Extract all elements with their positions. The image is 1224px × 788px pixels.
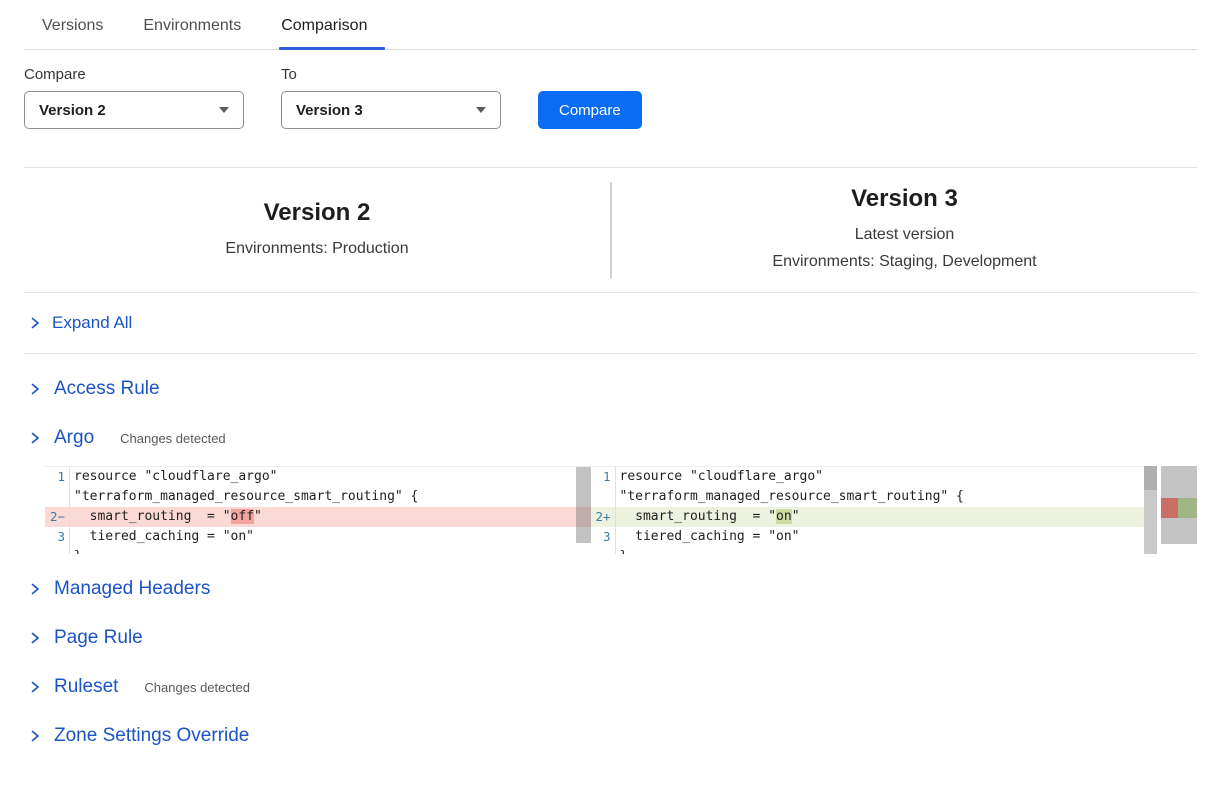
line-number: 2− [45,507,69,527]
line-number: 1 [45,467,69,487]
compare-version-value: Version 2 [39,102,219,119]
version-left-header: Version 2 Environments: Production [24,199,610,262]
version-headers: Version 2 Environments: Production Versi… [24,168,1197,292]
code-text: } [615,547,628,554]
section-zone-settings-override[interactable]: Zone Settings Override [24,725,1197,747]
section-page-rule[interactable]: Page Rule [24,627,1197,649]
version-right-header: Version 3 Latest version Environments: S… [612,185,1197,275]
tab-environments[interactable]: Environments [141,17,243,49]
compare-button[interactable]: Compare [538,91,642,129]
version-right-environments: Environments: Staging, Development [612,248,1197,275]
code-text: resource "cloudflare_argo" [69,467,278,487]
tab-comparison[interactable]: Comparison [279,17,385,49]
section-ruleset[interactable]: Ruleset Changes detected [24,676,1197,698]
compare-controls: Compare Version 2 To Version 3 Compare [24,66,1197,129]
resource-sections: Access Rule Argo Changes detected 1 reso… [24,354,1197,747]
chevron-right-icon [28,431,42,445]
chevron-down-icon [476,107,486,113]
line-number: 1 [591,467,615,487]
right-pane-scrollbar[interactable] [1144,466,1157,554]
left-pane-scrollbar[interactable] [576,467,591,543]
code-line: 3 tiered_caching = "on" [591,527,1145,547]
code-line: 1 resource "cloudflare_argo" [45,467,591,487]
line-number: 3 [45,527,69,547]
code-text: resource "cloudflare_argo" [615,467,824,487]
diff-minimap[interactable] [1161,466,1197,544]
diff-pane-right: 1 resource "cloudflare_argo" "terraform_… [591,466,1145,554]
argo-diff-viewer: 1 resource "cloudflare_argo" "terraform_… [45,466,1197,554]
expand-all-button[interactable]: Expand All [24,293,1197,353]
gutter-divider [615,467,616,554]
line-number [45,487,69,507]
chevron-right-icon [28,680,42,694]
version-right-title: Version 3 [612,185,1197,213]
code-text: "terraform_managed_resource_smart_routin… [69,487,418,507]
section-access-rule[interactable]: Access Rule [24,378,1197,400]
line-number [591,547,615,554]
chevron-down-icon [219,107,229,113]
code-line: 1 resource "cloudflare_argo" [591,467,1145,487]
code-line-added: 2+ smart_routing = "on" [591,507,1145,527]
tab-bar: Versions Environments Comparison [24,0,1197,50]
chevron-right-icon [28,729,42,743]
code-text: smart_routing = "off" [69,507,262,527]
chevron-right-icon [28,316,42,330]
code-line: } [45,547,591,554]
minimap-removed-marker [1161,498,1178,518]
code-line: 3 tiered_caching = "on" [45,527,591,547]
tab-versions[interactable]: Versions [40,17,105,49]
to-version-value: Version 3 [296,102,476,119]
section-title: Ruleset [54,676,118,698]
chevron-right-icon [28,631,42,645]
line-number: 3 [591,527,615,547]
comparison-page: Versions Environments Comparison Compare… [0,0,1224,788]
added-word: on [776,509,792,524]
chevron-right-icon [28,382,42,396]
code-line: } [591,547,1145,554]
section-managed-headers[interactable]: Managed Headers [24,578,1197,600]
expand-all-label: Expand All [52,313,132,333]
code-line-removed: 2− smart_routing = "off" [45,507,591,527]
diff-pane-left: 1 resource "cloudflare_argo" "terraform_… [45,466,591,554]
code-line: "terraform_managed_resource_smart_routin… [591,487,1145,507]
code-text: tiered_caching = "on" [69,527,254,547]
line-number [45,547,69,554]
removed-word: off [231,509,254,524]
to-field-label: To [281,66,501,83]
compare-field-label: Compare [24,66,244,83]
code-text: tiered_caching = "on" [615,527,800,547]
changes-detected-badge: Changes detected [144,680,250,695]
chevron-right-icon [28,582,42,596]
section-title: Page Rule [54,627,143,649]
compare-field: Compare Version 2 [24,66,244,129]
minimap-change-marker [1161,498,1197,518]
section-argo[interactable]: Argo Changes detected [24,427,1197,449]
code-text: } [69,547,82,554]
code-text: smart_routing = "on" [615,507,800,527]
line-number: 2+ [591,507,615,527]
code-line: "terraform_managed_resource_smart_routin… [45,487,591,507]
version-left-environments: Environments: Production [24,235,610,262]
section-title: Zone Settings Override [54,725,249,747]
line-number [591,487,615,507]
section-title: Managed Headers [54,578,210,600]
section-title: Access Rule [54,378,160,400]
section-title: Argo [54,427,94,449]
to-version-select[interactable]: Version 3 [281,91,501,129]
gutter-divider [69,467,70,554]
compare-version-select[interactable]: Version 2 [24,91,244,129]
code-text: "terraform_managed_resource_smart_routin… [615,487,964,507]
scrollbar-thumb[interactable] [1144,466,1157,490]
minimap-added-marker [1178,498,1197,518]
changes-detected-badge: Changes detected [120,431,226,446]
to-field: To Version 3 [281,66,501,129]
version-right-latest-label: Latest version [612,221,1197,248]
version-left-title: Version 2 [24,199,610,227]
